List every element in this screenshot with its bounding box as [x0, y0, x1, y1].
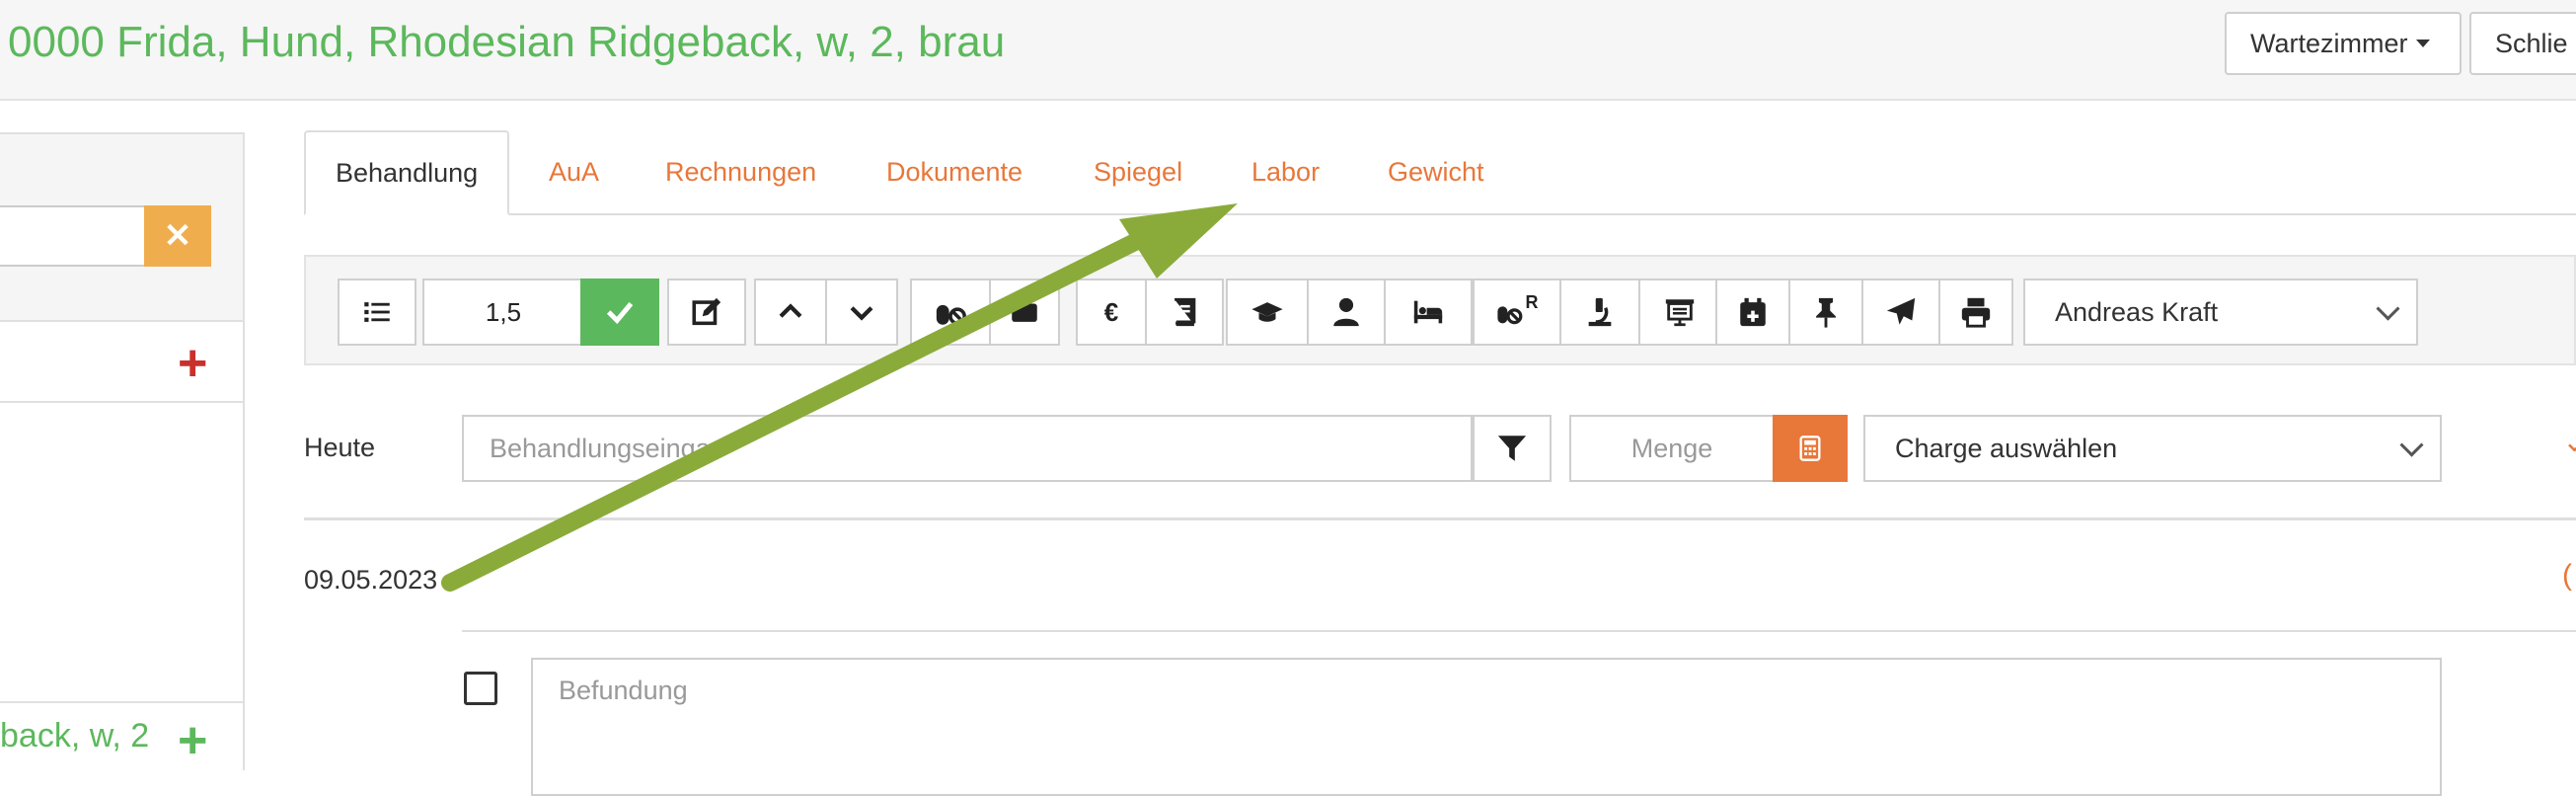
- top-bar: 0000 Frida, Hund, Rhodesian Ridgeback, w…: [0, 0, 2576, 101]
- batch-select-value: Charge auswählen: [1895, 433, 2118, 463]
- add-green-icon[interactable]: +: [178, 715, 207, 766]
- user-icon: [1333, 297, 1359, 327]
- entry-divider: [304, 517, 2576, 520]
- close-button-label: Schlie: [2495, 28, 2568, 58]
- caret-down-icon: [2415, 40, 2430, 47]
- edit-button[interactable]: [667, 279, 746, 346]
- quantity-placeholder: Menge: [1630, 433, 1713, 463]
- annotation-arrow: [441, 203, 1238, 592]
- factor-value: 1,5: [485, 296, 522, 327]
- list-icon: [364, 302, 390, 322]
- send-icon: [1886, 297, 1916, 325]
- prescription-button[interactable]: R: [1473, 279, 1561, 346]
- history-date: 09.05.2023: [304, 565, 438, 595]
- confirm-factor-button[interactable]: [580, 279, 659, 346]
- calculator-icon: [1799, 436, 1821, 461]
- waiting-room-label: Wartezimmer: [2250, 28, 2408, 58]
- batch-select[interactable]: Charge auswählen: [1863, 415, 2442, 482]
- list-button[interactable]: [338, 279, 417, 346]
- treatment-toolbar: 1,5 € R Andreas Kraft: [304, 255, 2576, 365]
- sidebar-patient-entry[interactable]: back, w, 2: [0, 717, 149, 756]
- clear-search-button[interactable]: ✕: [144, 205, 211, 267]
- record-tabs: Behandlung AuA Rechnungen Dokumente Spie…: [304, 130, 2576, 215]
- calculator-button[interactable]: [1773, 415, 1848, 482]
- move-down-button[interactable]: [825, 279, 898, 346]
- tab-behandlung[interactable]: Behandlung: [304, 130, 510, 215]
- edge-edit-icon[interactable]: (: [2562, 559, 2572, 593]
- print-icon: [1961, 297, 1991, 328]
- move-up-button[interactable]: [754, 279, 827, 346]
- filter-icon: [1497, 436, 1527, 461]
- tab-rechnungen[interactable]: Rechnungen: [636, 130, 846, 213]
- tab-dokumente[interactable]: Dokumente: [857, 130, 1052, 213]
- patient-title: 0000 Frida, Hund, Rhodesian Ridgeback, w…: [8, 18, 1006, 66]
- filter-button[interactable]: [1473, 415, 1552, 482]
- tab-aua[interactable]: AuA: [519, 130, 629, 213]
- presentation-button[interactable]: [1638, 279, 1721, 346]
- bed-icon: [1413, 300, 1443, 324]
- appointment-button[interactable]: [1715, 279, 1790, 346]
- tab-gewicht[interactable]: Gewicht: [1358, 130, 1514, 213]
- waiting-room-dropdown[interactable]: Wartezimmer: [2225, 12, 2462, 75]
- book-button[interactable]: [1145, 279, 1224, 346]
- chevron-down-icon: [850, 306, 873, 321]
- prescription-r-label: R: [1525, 291, 1539, 312]
- sidebar-search-area: ✕: [0, 134, 243, 320]
- chevron-down-icon: [2376, 296, 2400, 321]
- treatment-input-placeholder: Behandlungseinga: [490, 433, 711, 463]
- pin-button[interactable]: [1788, 279, 1863, 346]
- divider: [0, 701, 243, 703]
- tab-spiegel[interactable]: Spiegel: [1064, 130, 1212, 213]
- inpatient-button[interactable]: [1384, 279, 1473, 346]
- training-button[interactable]: [1226, 279, 1309, 346]
- invoice-button[interactable]: €: [1076, 279, 1147, 346]
- check-icon: [606, 301, 634, 325]
- today-label: Heute: [304, 433, 376, 462]
- sidebar-search-input[interactable]: [0, 205, 146, 267]
- lab-button[interactable]: [1559, 279, 1640, 346]
- pills-icon: [936, 304, 966, 326]
- divider: [0, 401, 243, 403]
- findings-textarea[interactable]: Befundung: [531, 658, 2442, 796]
- pin-icon: [1816, 297, 1836, 328]
- vet-select-value: Andreas Kraft: [2055, 296, 2219, 327]
- factor-input[interactable]: 1,5: [422, 279, 582, 346]
- send-button[interactable]: [1861, 279, 1940, 346]
- divider: [0, 320, 243, 322]
- vet-select[interactable]: Andreas Kraft: [2023, 279, 2418, 346]
- findings-checkbox[interactable]: [464, 672, 497, 705]
- prescription-icon: [1496, 306, 1522, 325]
- findings-placeholder: Befundung: [559, 676, 688, 705]
- tab-labor[interactable]: Labor: [1222, 130, 1349, 213]
- card-icon: [1012, 303, 1037, 322]
- card-button[interactable]: [989, 279, 1060, 346]
- treatment-input[interactable]: Behandlungseinga: [462, 415, 1473, 482]
- medication-button[interactable]: [910, 279, 991, 346]
- book-icon: [1174, 297, 1196, 327]
- patient-sidebar: ✕ + back, w, 2 +: [0, 132, 245, 770]
- calendar-plus-icon: [1740, 297, 1766, 327]
- add-red-icon[interactable]: +: [178, 338, 207, 389]
- owner-button[interactable]: [1307, 279, 1386, 346]
- history-divider: [462, 630, 2576, 632]
- chevron-up-icon: [779, 303, 802, 318]
- graduation-cap-icon: [1251, 302, 1283, 322]
- edge-chevron-icon[interactable]: ⌄: [2562, 425, 2576, 459]
- quantity-input[interactable]: Menge: [1569, 415, 1775, 482]
- print-button[interactable]: [1938, 279, 2013, 346]
- close-button[interactable]: Schlie: [2469, 12, 2576, 75]
- microscope-icon: [1588, 297, 1612, 327]
- euro-icon: €: [1103, 296, 1119, 327]
- edit-icon: [692, 297, 721, 326]
- chevron-down-icon: [2399, 433, 2424, 457]
- presentation-icon: [1665, 299, 1695, 327]
- close-icon: ✕: [163, 217, 192, 255]
